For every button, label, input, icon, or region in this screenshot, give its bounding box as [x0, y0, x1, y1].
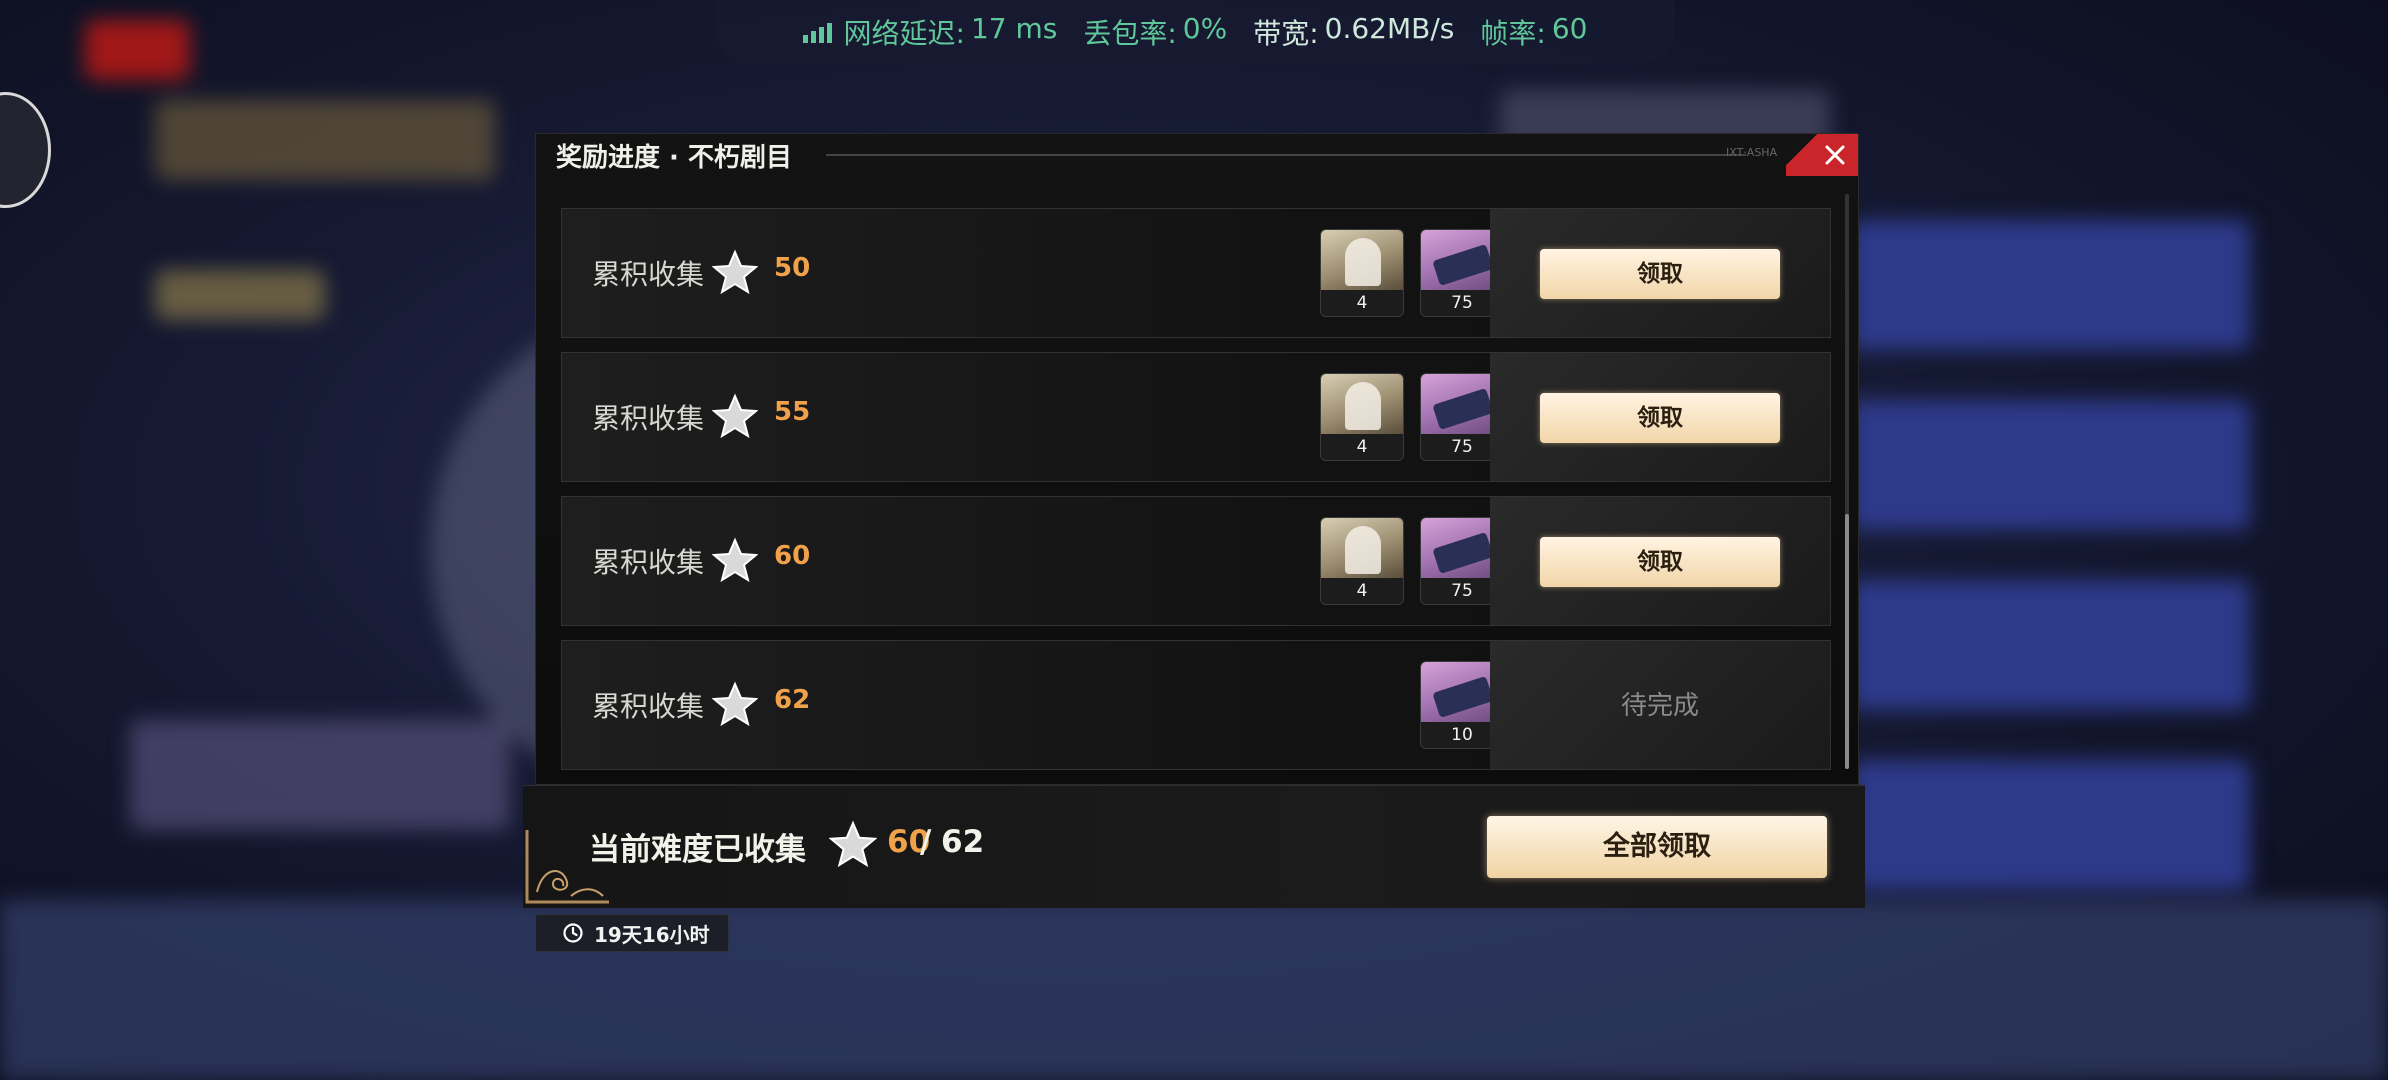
star-icon: [712, 393, 758, 439]
item-quantity: 4: [1321, 290, 1403, 316]
pending-area: 待完成: [1490, 641, 1830, 769]
dialog-header: 奖励进度 · 不朽剧目 IXT·ASHA: [536, 134, 1858, 176]
header-code: IXT·ASHA: [1726, 146, 1778, 159]
event-timer: 19天16小时: [535, 914, 729, 952]
fps-value: 60: [1551, 12, 1588, 45]
reward-row: 累积收集 62 10 待完成: [561, 640, 1831, 770]
scrollbar[interactable]: [1845, 194, 1849, 769]
row-goal: 50: [774, 253, 811, 283]
latency-value: 17 ms: [970, 12, 1058, 45]
timer-text: 19天16小时: [594, 922, 710, 947]
claim-button[interactable]: 领取: [1540, 249, 1780, 299]
claim-button[interactable]: 领取: [1540, 393, 1780, 443]
reward-row: 累积收集 55 4 75 领取: [561, 352, 1831, 482]
header-divider: [826, 154, 1746, 156]
star-icon: [712, 537, 758, 583]
network-status-bar: 网络延迟: 17 ms 丢包率: 0% 带宽: 0.62MB/s 帧率: 60: [715, 0, 1675, 64]
reward-row: 累积收集 60 4 75 领取: [561, 496, 1831, 626]
scrollbar-thumb[interactable]: [1845, 514, 1849, 769]
collected-label: 当前难度已收集: [589, 832, 806, 868]
collected-separator: /: [920, 824, 932, 860]
fps-label: 帧率:: [1480, 17, 1546, 50]
bandwidth-label: 带宽:: [1253, 17, 1319, 50]
row-label: 累积收集: [592, 258, 705, 291]
item-quantity: 4: [1321, 578, 1403, 604]
reward-item-character[interactable]: 4: [1320, 229, 1404, 317]
claim-all-button[interactable]: 全部领取: [1487, 816, 1827, 878]
star-icon: [829, 820, 877, 868]
row-label: 累积收集: [592, 546, 705, 579]
reward-item-character[interactable]: 4: [1320, 517, 1404, 605]
star-icon: [712, 249, 758, 295]
close-button[interactable]: [1786, 134, 1858, 176]
star-icon: [712, 681, 758, 727]
claim-area: 领取: [1490, 353, 1830, 481]
reward-item-character[interactable]: 4: [1320, 373, 1404, 461]
reward-progress-dialog: 奖励进度 · 不朽剧目 IXT·ASHA 累积收集 50 4 75 领取 累积收…: [535, 133, 1859, 785]
collection-footer: 当前难度已收集 60 / 62 全部领取: [523, 785, 1865, 908]
clock-icon: [563, 923, 583, 943]
dialog-title: 奖励进度 · 不朽剧目: [556, 143, 792, 173]
packet-loss-label: 丢包率:: [1083, 17, 1177, 50]
signal-icon: [802, 21, 832, 43]
packet-loss-value: 0%: [1182, 12, 1228, 45]
row-goal: 60: [774, 541, 811, 571]
pending-status: 待完成: [1620, 691, 1699, 721]
row-label: 累积收集: [592, 402, 705, 435]
row-label: 累积收集: [592, 690, 705, 723]
collected-total: 62: [941, 824, 985, 860]
row-goal: 55: [774, 397, 811, 427]
claim-area: 领取: [1490, 209, 1830, 337]
reward-row: 累积收集 50 4 75 领取: [561, 208, 1831, 338]
item-quantity: 4: [1321, 434, 1403, 460]
bandwidth-value: 0.62MB/s: [1324, 12, 1455, 45]
latency-label: 网络延迟:: [843, 17, 965, 50]
close-icon: [1825, 145, 1845, 165]
claim-button[interactable]: 领取: [1540, 537, 1780, 587]
row-goal: 62: [774, 685, 811, 715]
claim-area: 领取: [1490, 497, 1830, 625]
